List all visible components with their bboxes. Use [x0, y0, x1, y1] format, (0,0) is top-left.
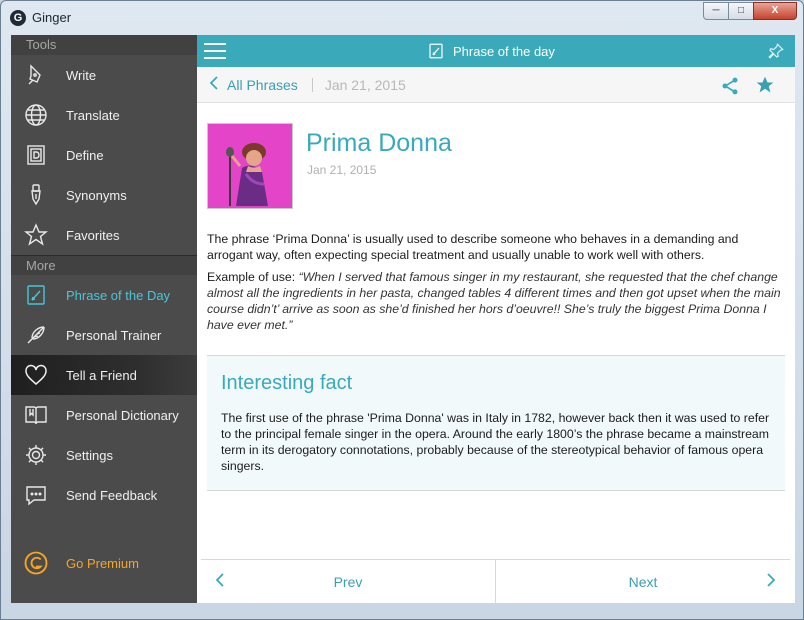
pin-icon[interactable]	[767, 42, 785, 65]
heart-icon	[22, 361, 50, 389]
sidebar-item-label: Synonyms	[66, 187, 127, 203]
sidebar-item-favorites[interactable]: Favorites	[11, 215, 197, 255]
gear-icon	[22, 441, 50, 469]
sidebar-item-label: Settings	[66, 447, 113, 463]
notebook-pen-icon	[22, 281, 50, 309]
sidebar-item-label: Personal Trainer	[66, 327, 162, 343]
example-label: Example of use:	[207, 270, 299, 284]
prev-label: Prev	[333, 573, 363, 590]
hamburger-menu-icon[interactable]	[204, 43, 226, 59]
open-book-icon	[22, 401, 50, 429]
next-label: Next	[628, 573, 658, 590]
chevron-left-icon[interactable]	[209, 76, 219, 93]
phrase-content: Prima Donna Jan 21, 2015 The phrase ‘Pri…	[197, 103, 795, 559]
sidebar-item-label: Write	[66, 67, 97, 83]
close-button[interactable]: X	[753, 2, 797, 20]
phrase-title: Prima Donna	[306, 129, 452, 157]
maximize-button[interactable]: □	[728, 2, 754, 20]
feather-icon	[22, 321, 50, 349]
globe-icon	[22, 101, 50, 129]
divider	[311, 77, 313, 92]
tools-section-label: Tools	[11, 35, 197, 55]
sub-header: All Phrases Jan 21, 2015	[197, 67, 795, 103]
sidebar-item-label: Favorites	[66, 227, 120, 243]
sidebar-item-phrase-of-the-day[interactable]: Phrase of the Day	[11, 275, 197, 315]
star-outline-icon	[22, 221, 50, 249]
sidebar-item-settings[interactable]: Settings	[11, 435, 197, 475]
sub-header-date: Jan 21, 2015	[324, 76, 406, 93]
phrase-description: The phrase ‘Prima Donna’ is usually used…	[207, 232, 739, 262]
sidebar-item-label: Tell a Friend	[66, 367, 137, 383]
pager: Prev Next	[201, 559, 790, 603]
sidebar-item-label: Phrase of the Day	[66, 287, 171, 303]
chevron-right-icon	[766, 573, 776, 590]
interesting-fact-box: Interesting fact The first use of the ph…	[207, 356, 785, 491]
next-button[interactable]: Next	[496, 560, 790, 603]
phrase-illustration	[207, 123, 293, 209]
sidebar-item-synonyms[interactable]: Synonyms	[11, 175, 197, 215]
chevron-left-icon	[215, 573, 225, 590]
sidebar-item-label: Define	[66, 147, 104, 163]
notebook-pen-icon	[427, 41, 445, 61]
ginger-logo-icon: G	[10, 10, 26, 26]
sidebar-item-send-feedback[interactable]: Send Feedback	[11, 475, 197, 515]
sidebar-item-tell-a-friend[interactable]: Tell a Friend	[11, 355, 197, 395]
window-controls: ─ □ X	[703, 2, 797, 20]
sidebar: Tools Write Translate Define Synonyms Fa…	[11, 35, 197, 603]
share-icon[interactable]	[720, 76, 740, 101]
phrase-date: Jan 21, 2015	[307, 163, 377, 177]
pen-icon	[22, 61, 50, 89]
sidebar-item-define[interactable]: Define	[11, 135, 197, 175]
prev-button[interactable]: Prev	[201, 560, 496, 603]
go-premium-label: Go Premium	[66, 555, 139, 571]
sidebar-item-label: Personal Dictionary	[66, 407, 179, 423]
ginger-g-icon	[22, 549, 50, 577]
top-bar-title-text: Phrase of the day	[453, 43, 555, 59]
sidebar-item-label: Send Feedback	[66, 487, 158, 503]
main-panel: Phrase of the day All Phrases Jan 21, 20…	[197, 35, 795, 603]
phrase-example: Example of use: “When I served that famo…	[207, 269, 782, 333]
more-section-label: More	[11, 255, 197, 275]
sidebar-item-label: Translate	[66, 107, 120, 123]
top-bar: Phrase of the day	[197, 35, 795, 67]
chat-icon	[22, 481, 50, 509]
window-title: Ginger	[32, 10, 72, 25]
go-premium-button[interactable]: Go Premium	[11, 543, 197, 583]
favorite-star-icon[interactable]	[755, 75, 775, 100]
nib-icon	[22, 181, 50, 209]
sidebar-item-personal-dictionary[interactable]: Personal Dictionary	[11, 395, 197, 435]
sidebar-item-translate[interactable]: Translate	[11, 95, 197, 135]
top-bar-title: Phrase of the day	[427, 35, 555, 67]
sidebar-item-write[interactable]: Write	[11, 55, 197, 95]
minimize-button[interactable]: ─	[703, 2, 729, 20]
dictionary-icon	[22, 141, 50, 169]
fact-title: Interesting fact	[221, 372, 353, 394]
app-window: G Ginger ─ □ X Tools Write Translate Def…	[0, 0, 804, 620]
title-bar[interactable]: G Ginger ─ □ X	[1, 1, 803, 35]
fact-body: The first use of the phrase 'Prima Donna…	[221, 411, 770, 473]
sidebar-item-personal-trainer[interactable]: Personal Trainer	[11, 315, 197, 355]
all-phrases-link[interactable]: All Phrases	[227, 77, 298, 93]
